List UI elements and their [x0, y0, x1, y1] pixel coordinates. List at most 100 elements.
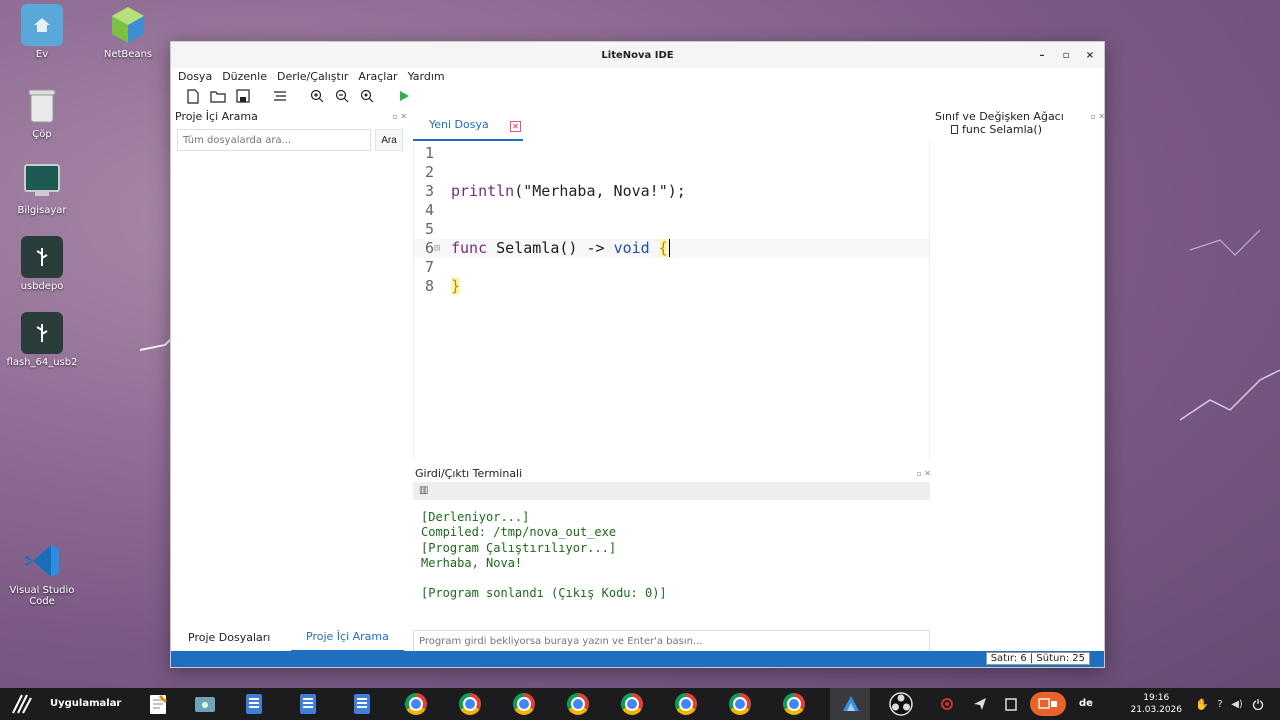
cast-indicator-icon[interactable] — [1030, 692, 1066, 716]
panel-controls[interactable]: ▫ ✕ — [916, 469, 931, 478]
code-token: println — [451, 182, 515, 200]
help-icon[interactable]: ? — [1212, 692, 1228, 716]
code-token: { — [658, 239, 668, 257]
line-number: 5 — [424, 220, 434, 238]
menu-derle-calistir[interactable]: Derle/Çalıştır — [277, 70, 348, 83]
power-icon[interactable] — [1249, 692, 1267, 716]
panel-title: Proje İçi Arama — [175, 110, 258, 123]
trash-icon — [21, 84, 63, 126]
chrome-icon[interactable] — [458, 692, 482, 716]
send-icon[interactable] — [968, 692, 992, 716]
tab-proje-ici-arama[interactable]: Proje İçi Arama — [291, 622, 404, 652]
zoom-in-icon[interactable] — [307, 87, 326, 106]
chrome-icon[interactable] — [674, 692, 698, 716]
close-button[interactable]: × — [1082, 47, 1098, 63]
desktop-icon-trash[interactable]: Çöp — [0, 84, 84, 140]
cursor-position: Satır: 6 | Sütun: 25 — [985, 652, 1090, 665]
desktop-icon-home[interactable]: Ev — [0, 4, 84, 60]
maximize-button[interactable]: ▫ — [1058, 47, 1074, 63]
obs-icon[interactable] — [889, 692, 913, 716]
new-file-icon[interactable] — [183, 87, 202, 106]
desktop-icon-computer[interactable]: Bilgisayar — [0, 160, 84, 216]
window-title: LiteNova IDE — [601, 49, 674, 61]
open-folder-icon[interactable] — [208, 87, 227, 106]
desktop-icon-vscode[interactable]: Visual Studio Code — [0, 540, 84, 607]
fold-toggle-icon[interactable]: ⊟ — [434, 239, 440, 258]
code-line: 2 — [414, 163, 929, 182]
apps-menu-button[interactable]: Uygulamalar — [50, 698, 121, 709]
line-number: 2 — [424, 163, 434, 181]
menu-dosya[interactable]: Dosya — [178, 70, 212, 83]
desktop-icon-netbeans[interactable]: NetBeans — [86, 4, 170, 60]
desktop-icon-usbdepo[interactable]: usbdepo — [0, 236, 84, 292]
record-indicator-icon[interactable] — [935, 692, 959, 716]
menubar: Dosya Düzenle Derle/Çalıştır Araçlar Yar… — [171, 68, 1104, 84]
line-number: 8 — [424, 277, 434, 295]
save-icon[interactable] — [233, 87, 252, 106]
panel-title: Sınıf ve Değişken Ağacı — [935, 110, 1064, 123]
document-icon[interactable] — [296, 692, 320, 716]
chrome-icon[interactable] — [620, 692, 644, 716]
terminal-output: [Derleniyor...] Compiled: /tmp/nova_out_… — [421, 510, 667, 601]
panel-controls[interactable]: ▫ ✕ — [1090, 112, 1105, 121]
chrome-icon[interactable] — [782, 692, 806, 716]
litenova-ide-taskbar-icon[interactable] — [830, 688, 870, 720]
menu-araclar[interactable]: Araçlar — [358, 70, 397, 83]
format-icon[interactable] — [270, 87, 289, 106]
bottom-tabbar: Proje Dosyaları Proje İçi Arama — [171, 622, 409, 652]
chrome-icon[interactable] — [404, 692, 428, 716]
app-launcher-icon[interactable] — [9, 692, 33, 716]
desktop-icon-label: Çöp — [32, 129, 52, 140]
code-token: func — [451, 239, 488, 257]
keyboard-layout[interactable]: de — [1079, 698, 1093, 709]
search-button[interactable]: Ara — [375, 129, 403, 151]
code-token: ("Merhaba, Nova!"); — [514, 182, 686, 200]
window-titlebar[interactable]: LiteNova IDE – ▫ × — [171, 42, 1104, 68]
search-input[interactable] — [177, 129, 371, 151]
clear-terminal-icon[interactable]: ▥ — [419, 485, 428, 496]
minimize-button[interactable]: – — [1034, 47, 1050, 63]
tab-proje-dosyalari[interactable]: Proje Dosyaları — [188, 622, 270, 652]
desktop-icon-label: Ev — [35, 49, 49, 60]
menu-duzenle[interactable]: Düzenle — [222, 70, 267, 83]
vscode-icon — [21, 540, 63, 582]
screenshot-tool-icon[interactable] — [193, 692, 217, 716]
document-icon[interactable] — [242, 692, 266, 716]
home-folder-icon — [21, 4, 63, 46]
desktop-icon-label: usbdepo — [20, 281, 64, 292]
zoom-reset-icon[interactable] — [357, 87, 376, 106]
text-editor-icon[interactable] — [146, 692, 170, 716]
desktop-icon-flash[interactable]: flash_64_usb2 — [0, 312, 84, 368]
zoom-out-icon[interactable] — [332, 87, 351, 106]
usb-drive-icon — [21, 312, 63, 354]
menu-yardim[interactable]: Yardım — [408, 70, 445, 83]
code-line-active: 6 ⊟ func Selamla() -> void { — [414, 239, 929, 258]
code-token: } — [451, 277, 461, 295]
clock[interactable]: 19:16 21.03.2026 — [1130, 692, 1182, 716]
clock-date: 21.03.2026 — [1130, 705, 1182, 715]
desktop-icon-label: Bilgisayar — [17, 205, 67, 216]
symbol-tree-panel: Sınıf ve Değişken Ağacı ▫ ✕ func Selamla… — [935, 110, 1105, 136]
volume-icon[interactable]: ◀) — [1229, 692, 1245, 716]
tab-close-icon[interactable]: ✕ — [510, 121, 521, 132]
toolbar — [171, 84, 1104, 108]
tree-item[interactable]: func Selamla() — [951, 123, 1105, 136]
code-editor[interactable]: 1 2 3 println("Merhaba, Nova!"); 4 5 6 ⊟… — [413, 142, 930, 460]
terminal-header: Girdi/Çıktı Terminali ▫ ✕ — [413, 466, 931, 480]
run-icon[interactable] — [394, 87, 413, 106]
clock-time: 19:16 — [1143, 693, 1170, 703]
terminal-input[interactable] — [413, 630, 930, 652]
project-search-panel: Proje İçi Arama ▫ ✕ Ara — [173, 110, 409, 151]
desktop-icon-label: Visual Studio Code — [9, 585, 75, 607]
line-number: 3 — [424, 182, 434, 200]
clipboard-icon[interactable] — [999, 692, 1023, 716]
document-icon[interactable] — [350, 692, 374, 716]
tab-yeni-dosya[interactable]: Yeni Dosya — [413, 110, 523, 141]
statusbar: Satır: 6 | Sütun: 25 — [171, 651, 1104, 667]
chrome-icon[interactable] — [512, 692, 536, 716]
panel-controls[interactable]: ▫ ✕ — [392, 112, 407, 121]
text-cursor — [668, 239, 670, 257]
notification-icon[interactable]: ✋ — [1194, 692, 1210, 716]
chrome-icon[interactable] — [566, 692, 590, 716]
chrome-icon[interactable] — [728, 692, 752, 716]
